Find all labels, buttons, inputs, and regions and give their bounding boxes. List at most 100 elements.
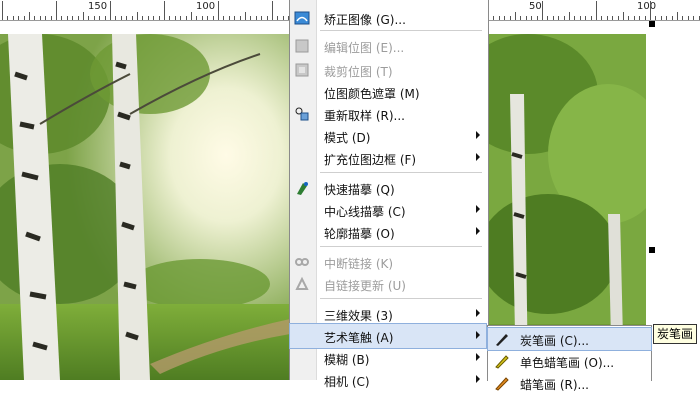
selection-handle[interactable] bbox=[649, 21, 655, 27]
menu-item[interactable]: 中心线描摹 (C) bbox=[290, 198, 486, 222]
ruler-tick bbox=[148, 16, 149, 20]
menu-item: 中断链接 (K) bbox=[290, 250, 486, 274]
menu-item[interactable]: 艺术笔触 (A) bbox=[289, 323, 487, 349]
menu-item-label: 三维效果 (3) bbox=[324, 309, 393, 323]
ruler-tick bbox=[186, 16, 187, 20]
menu-item[interactable]: 快速描摹 (Q) bbox=[290, 176, 486, 200]
ruler-tick bbox=[591, 16, 592, 20]
ruler-tick bbox=[88, 16, 89, 20]
ruler-tick bbox=[34, 16, 35, 20]
resample-icon bbox=[294, 106, 310, 122]
ruler-tick bbox=[515, 12, 516, 20]
ruler-tick bbox=[553, 16, 554, 20]
break-link-icon bbox=[294, 254, 310, 270]
menu-item[interactable]: 模糊 (B) bbox=[290, 346, 486, 370]
submenu-item[interactable]: 单色蜡笔画 (O)... bbox=[488, 350, 651, 372]
ruler-tick bbox=[526, 16, 527, 20]
menu-separator bbox=[320, 172, 482, 173]
menu-item[interactable]: 轮廓描摹 (O) bbox=[290, 220, 486, 244]
ruler-tick bbox=[218, 1, 219, 20]
ruler-tick bbox=[628, 16, 629, 20]
wax-crayon-icon bbox=[494, 375, 510, 391]
ruler-tick bbox=[574, 16, 575, 20]
ruler-tick bbox=[693, 16, 694, 20]
birch-photo-left[interactable] bbox=[0, 34, 290, 380]
edit-bitmap-icon bbox=[294, 38, 310, 54]
crop-bitmap-icon bbox=[294, 62, 310, 78]
submenu-arrow-icon bbox=[476, 331, 480, 339]
ruler-tick bbox=[634, 16, 635, 20]
ruler-tick bbox=[607, 16, 608, 20]
ruler-tick bbox=[175, 16, 176, 20]
ruler-tick bbox=[13, 16, 14, 20]
ruler-tick bbox=[159, 16, 160, 20]
ruler-tick bbox=[191, 12, 192, 20]
ruler-tick bbox=[639, 16, 640, 20]
ruler-tick bbox=[569, 12, 570, 20]
menu-item-label: 扩充位图边框 (F) bbox=[324, 153, 417, 167]
menu-item: 自链接更新 (U) bbox=[290, 272, 486, 296]
ruler-tick bbox=[115, 16, 116, 20]
menu-item-label: 模糊 (B) bbox=[324, 353, 370, 367]
menu-item-label: 艺术笔触 (A) bbox=[324, 331, 394, 345]
menu-item[interactable]: 三维效果 (3) bbox=[290, 302, 486, 326]
ruler-tick bbox=[51, 16, 52, 20]
ruler-tick bbox=[56, 1, 57, 20]
menu-item: 裁剪位图 (T) bbox=[290, 58, 486, 82]
submenu-item-label: 单色蜡笔画 (O)... bbox=[520, 356, 615, 370]
ruler-tick bbox=[207, 16, 208, 20]
quick-trace-icon bbox=[294, 180, 310, 196]
ruler-tick bbox=[504, 16, 505, 20]
ruler-tick bbox=[45, 16, 46, 20]
menu-item-label: 相机 (C) bbox=[324, 375, 370, 389]
ruler-tick bbox=[601, 16, 602, 20]
charcoal-icon bbox=[494, 331, 510, 347]
ruler-tick bbox=[618, 16, 619, 20]
menu-item[interactable]: 重新取样 (R)... bbox=[290, 102, 486, 126]
ruler-tick bbox=[78, 16, 79, 20]
ruler-tick bbox=[83, 12, 84, 20]
ruler-tick bbox=[283, 16, 284, 20]
submenu-arrow-icon bbox=[476, 205, 480, 213]
ruler-tick bbox=[121, 16, 122, 20]
menu-item[interactable]: 相机 (C) bbox=[290, 368, 486, 392]
ruler-tick bbox=[142, 16, 143, 20]
update-link-icon bbox=[294, 276, 310, 292]
ruler-tick bbox=[256, 16, 257, 20]
menu-item-label: 快速描摹 (Q) bbox=[324, 183, 395, 197]
menu-separator bbox=[320, 246, 482, 247]
ruler-tick bbox=[666, 16, 667, 20]
ruler-label: 100 bbox=[196, 1, 216, 12]
menu-item[interactable]: 扩充位图边框 (F) bbox=[290, 146, 486, 170]
ruler-tick bbox=[223, 16, 224, 20]
ruler-tick bbox=[623, 12, 624, 20]
ruler-tick bbox=[213, 16, 214, 20]
menu-item-label: 中断链接 (K) bbox=[324, 257, 394, 271]
menu-item[interactable]: 模式 (D) bbox=[290, 124, 486, 148]
ruler-tick bbox=[564, 16, 565, 20]
ruler-tick bbox=[596, 1, 597, 20]
ruler-tick bbox=[67, 16, 68, 20]
menu-item-label: 编辑位图 (E)... bbox=[324, 41, 405, 55]
ruler-tick bbox=[24, 16, 25, 20]
ruler-tick bbox=[499, 16, 500, 20]
ruler-tick bbox=[202, 16, 203, 20]
ruler-tick bbox=[229, 16, 230, 20]
ruler-tick bbox=[542, 1, 543, 20]
ruler-tick bbox=[537, 16, 538, 20]
menu-item-label: 自链接更新 (U) bbox=[324, 279, 406, 293]
ruler-tick bbox=[510, 16, 511, 20]
menu-item-label: 重新取样 (R)... bbox=[324, 109, 405, 123]
ruler-tick bbox=[650, 1, 651, 20]
ruler-tick bbox=[688, 16, 689, 20]
menu-item[interactable]: 位图颜色遮罩 (M) bbox=[290, 80, 486, 104]
selection-handle[interactable] bbox=[649, 247, 655, 253]
context-menu: 矫正图像 (G)... 编辑位图 (E)... 裁剪位图 (T) 位图颜色遮罩 (M)… bbox=[289, 0, 489, 389]
submenu-arrow-icon bbox=[476, 227, 480, 235]
submenu-item[interactable]: 蜡笔画 (R)... bbox=[488, 372, 651, 394]
submenu-item[interactable]: 炭笔画 (C)... bbox=[487, 327, 652, 351]
ruler-tick bbox=[240, 16, 241, 20]
menu-item[interactable]: 矫正图像 (G)... bbox=[290, 6, 486, 30]
ruler-tick bbox=[520, 16, 521, 20]
ruler-tick bbox=[110, 1, 111, 20]
